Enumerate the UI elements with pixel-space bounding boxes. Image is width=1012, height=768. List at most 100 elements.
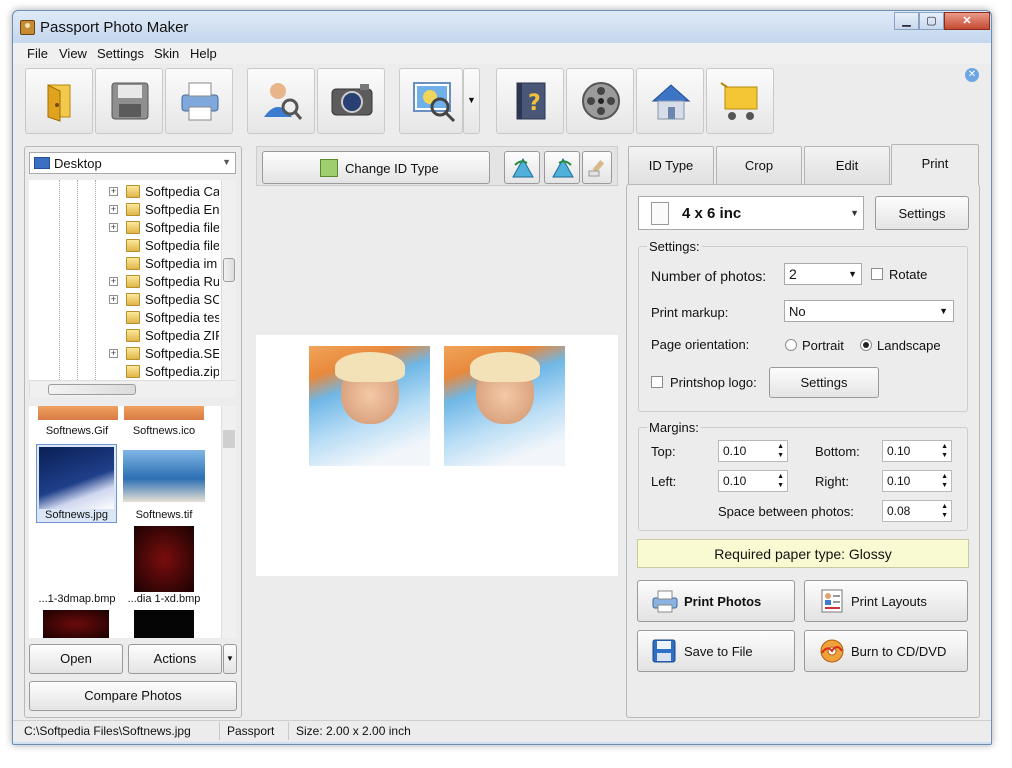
menu-skin[interactable]: Skin: [154, 46, 179, 61]
home-button[interactable]: [636, 68, 704, 134]
page-icon: [651, 202, 669, 225]
open-file-button[interactable]: Open: [29, 644, 123, 674]
file-name: Softnews.Gif: [45, 425, 109, 437]
minimize-button[interactable]: ▁: [894, 12, 919, 30]
paper-size-select[interactable]: 4 x 6 inc ▼: [638, 196, 864, 230]
portrait-radio[interactable]: [785, 339, 797, 351]
camera-button[interactable]: [317, 68, 385, 134]
space-between-input[interactable]: 0.08 ▲ ▼: [882, 500, 952, 522]
menu-view[interactable]: View: [59, 46, 87, 61]
status-separator: [288, 722, 289, 740]
spin-arrows-icon[interactable]: ▲ ▼: [777, 442, 784, 460]
tree-item[interactable]: + Softpedia SC: [29, 291, 219, 309]
thumbnails-vscrollbar[interactable]: [221, 406, 236, 638]
close-button[interactable]: ✕: [944, 12, 990, 30]
tree-item[interactable]: Softpedia im: [29, 255, 219, 273]
spin-arrows-icon[interactable]: ▲ ▼: [777, 472, 784, 490]
maximize-button[interactable]: ▢: [919, 12, 944, 30]
image-view-dropdown[interactable]: ▼: [463, 68, 480, 134]
expand-icon[interactable]: +: [109, 223, 118, 232]
brush-button[interactable]: [582, 151, 612, 184]
tree-item[interactable]: + Softpedia.SE: [29, 345, 219, 363]
open-button[interactable]: [25, 68, 93, 134]
spin-arrows-icon[interactable]: ▲ ▼: [941, 472, 948, 490]
burn-cd-dvd-button[interactable]: Burn to CD/DVD: [804, 630, 968, 672]
tree-item[interactable]: + Softpedia file: [29, 219, 219, 237]
print-button[interactable]: [165, 68, 233, 134]
scroll-thumb[interactable]: [48, 384, 136, 395]
paper-settings-button[interactable]: Settings: [875, 196, 969, 230]
number-of-photos-select[interactable]: 2 ▼: [784, 263, 862, 285]
open-icon: [47, 84, 71, 122]
picture-zoom-icon: [413, 82, 456, 123]
menu-help[interactable]: Help: [190, 46, 217, 61]
scroll-thumb[interactable]: [223, 258, 235, 282]
thumbnail-image: [38, 406, 118, 420]
actions-button[interactable]: Actions: [128, 644, 222, 674]
expand-icon[interactable]: +: [109, 295, 118, 304]
expand-icon[interactable]: +: [109, 277, 118, 286]
change-id-type-button[interactable]: Change ID Type: [262, 151, 490, 184]
thumbnail-image: [134, 526, 194, 592]
buy-button[interactable]: [706, 68, 774, 134]
menu-settings[interactable]: Settings: [97, 46, 144, 61]
scroll-thumb[interactable]: [223, 430, 235, 448]
tree-item-label: Softpedia tes: [145, 310, 219, 325]
hair: [335, 352, 405, 382]
tab-print[interactable]: Print: [891, 144, 979, 185]
printshop-settings-button[interactable]: Settings: [769, 367, 879, 398]
save-button[interactable]: [95, 68, 163, 134]
tree-item-label: Softpedia Ca: [145, 184, 219, 199]
top-margin-label: Top:: [651, 444, 676, 459]
print-layouts-button[interactable]: Print Layouts: [804, 580, 968, 622]
folder-tree[interactable]: + Softpedia Ca + Softpedia En + Softpedia f…: [29, 180, 236, 380]
top-margin-input[interactable]: 0.10 ▲ ▼: [718, 440, 788, 462]
tree-item[interactable]: Softpedia ZIP: [29, 327, 219, 345]
save-to-file-button[interactable]: Save to File: [637, 630, 795, 672]
bottom-margin-input[interactable]: 0.10 ▲ ▼: [882, 440, 952, 462]
tree-item[interactable]: Softpedia.zip: [29, 363, 219, 381]
tree-item[interactable]: Softpedia tes: [29, 309, 219, 327]
location-combo[interactable]: Desktop ▼: [29, 152, 236, 174]
thumbnail-image: [39, 447, 114, 509]
printshop-logo-checkbox[interactable]: [651, 376, 663, 388]
spin-arrows-icon[interactable]: ▲ ▼: [941, 442, 948, 460]
print-icon: [181, 82, 219, 121]
folder-icon: [126, 257, 140, 270]
menu-file[interactable]: File: [27, 46, 48, 61]
tab-edit[interactable]: Edit: [804, 146, 890, 184]
file-thumbnails[interactable]: Softnews.Gif Softnews.ico Softnews.jpg S…: [29, 406, 236, 638]
tree-item[interactable]: + Softpedia Ru: [29, 273, 219, 291]
image-view-button[interactable]: [399, 68, 463, 134]
tree-item-label: Softpedia SC: [145, 292, 219, 307]
tree-item[interactable]: + Softpedia Ca: [29, 183, 219, 201]
close-icon[interactable]: ✕: [965, 68, 979, 82]
actions-dropdown[interactable]: ▼: [223, 644, 237, 674]
tree-item[interactable]: + Softpedia En: [29, 201, 219, 219]
right-margin-input[interactable]: 0.10 ▲ ▼: [882, 470, 952, 492]
print-photos-button[interactable]: Print Photos: [637, 580, 795, 622]
help-button[interactable]: ?: [496, 68, 564, 134]
print-markup-select[interactable]: No ▼: [784, 300, 954, 322]
spin-arrows-icon[interactable]: ▲ ▼: [941, 502, 948, 520]
tree-vscrollbar[interactable]: [221, 180, 236, 380]
file-name: Softnews.ico: [132, 425, 196, 437]
expand-icon[interactable]: +: [109, 187, 118, 196]
tree-hscrollbar[interactable]: [29, 380, 236, 397]
expand-icon[interactable]: +: [109, 349, 118, 358]
select-id-button[interactable]: [247, 68, 315, 134]
rotate-left-button[interactable]: [504, 151, 540, 184]
video-button[interactable]: [566, 68, 634, 134]
tab-crop[interactable]: Crop: [716, 146, 802, 184]
rotate-left-icon: [512, 157, 534, 178]
landscape-radio[interactable]: [860, 339, 872, 351]
compare-photos-button[interactable]: Compare Photos: [29, 681, 237, 711]
expand-icon[interactable]: +: [109, 205, 118, 214]
rotate-checkbox[interactable]: [871, 268, 883, 280]
thumbnail-image: [134, 610, 194, 638]
rotate-right-button[interactable]: [544, 151, 580, 184]
left-margin-input[interactable]: 0.10 ▲ ▼: [718, 470, 788, 492]
tree-item[interactable]: Softpedia file: [29, 237, 219, 255]
tab-id-type[interactable]: ID Type: [628, 146, 714, 184]
change-id-label: Change ID Type: [345, 161, 439, 176]
